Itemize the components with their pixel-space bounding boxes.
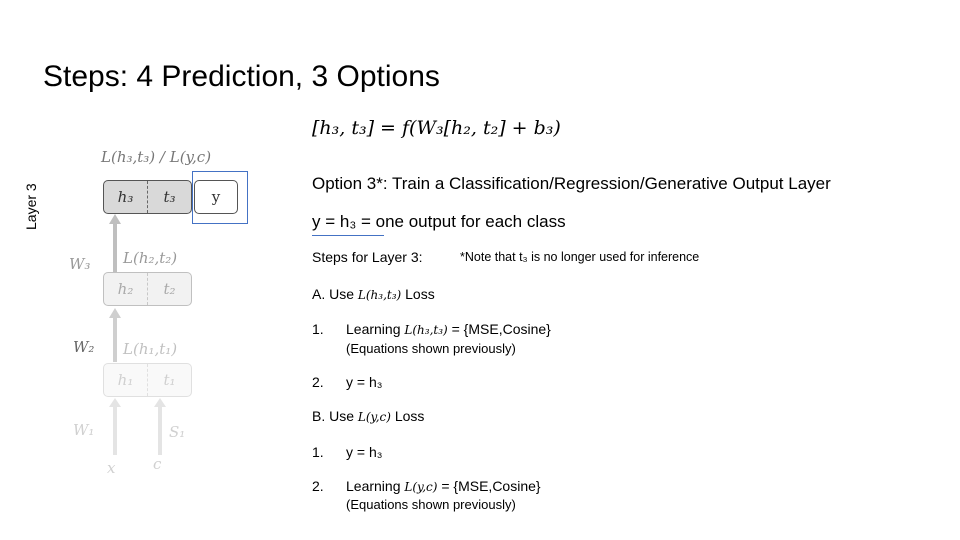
section-a-suffix: Loss — [405, 286, 435, 302]
section-b-heading: B. Use L(y,c) Loss — [312, 408, 424, 424]
a-item-1-prefix: Learning — [346, 321, 401, 337]
x-input-label: x — [107, 459, 116, 477]
l1-loss-label: L(h₁,t₁) — [123, 340, 178, 358]
c-input-label: c — [153, 455, 162, 473]
option-heading: Option 3*: Train a Classification/Regres… — [312, 174, 831, 193]
diagram-arrows — [109, 214, 166, 455]
layer2-box: h₂ t₂ — [103, 272, 192, 306]
b-item-2-prefix: Learning — [346, 478, 401, 494]
h2-cell: h₂ — [104, 273, 148, 305]
section-a-heading: A. Use L(h₃,t₃) Loss — [312, 286, 435, 302]
a-item-1-math: L(h₃,t₃) — [404, 323, 448, 337]
inference-note: *Note that t₃ is no longer used for infe… — [460, 250, 700, 264]
section-a-prefix: A. Use — [312, 286, 355, 302]
h3-cell: h₃ — [104, 181, 148, 213]
s1-label: S₁ — [169, 423, 186, 441]
b-item-1: y = h₃ — [346, 444, 383, 460]
b-item-2-sub: (Equations shown previously) — [346, 497, 516, 512]
arrow-w2-head — [109, 308, 121, 318]
t1-cell: t₁ — [163, 371, 176, 389]
layer-equation: [h₃, t₃] = f(W₃[h₂, t₂] + b₃) — [312, 117, 561, 139]
arrow-s1-head — [154, 398, 166, 407]
b-item-2-number: 2. — [312, 478, 324, 494]
b-item-2: Learning L(y,c) = {MSE,Cosine} — [346, 478, 541, 494]
w2-label: W₂ — [73, 338, 95, 356]
a-item-1-suffix: = {MSE,Cosine} — [451, 321, 551, 337]
arrow-w1-head — [109, 398, 121, 407]
y-definition: y = h₃ = one output for each class — [312, 212, 566, 231]
section-b-prefix: B. Use — [312, 408, 355, 424]
a-item-1-number: 1. — [312, 321, 324, 337]
section-b-math: L(y,c) — [357, 410, 391, 424]
l2-loss-label: L(h₂,t₂) — [123, 249, 178, 267]
t2-cell: t₂ — [163, 280, 176, 298]
y-highlight-frame — [192, 171, 248, 224]
section-a-math: L(h₃,t₃) — [357, 288, 402, 302]
arrow-w3-head — [109, 214, 121, 224]
a-item-2-number: 2. — [312, 374, 324, 390]
steps-label: Steps for Layer 3: — [312, 249, 423, 265]
y-definition-underline — [312, 235, 384, 236]
top-loss-label: L(h₃,t₃) / L(y,c) — [101, 148, 212, 166]
layer1-box: h₁ t₁ — [103, 363, 192, 397]
a-item-1: Learning L(h₃,t₃) = {MSE,Cosine} — [346, 321, 551, 337]
b-item-1-number: 1. — [312, 444, 324, 460]
w1-label: W₁ — [73, 421, 95, 439]
a-item-2: y = h₃ — [346, 374, 383, 390]
a-item-1-sub: (Equations shown previously) — [346, 341, 516, 356]
t3-cell: t₃ — [163, 188, 176, 206]
h1-cell: h₁ — [104, 364, 148, 396]
layer3-box: h₃ t₃ — [103, 180, 192, 214]
b-item-2-suffix: = {MSE,Cosine} — [441, 478, 541, 494]
section-b-suffix: Loss — [394, 408, 425, 424]
b-item-2-math: L(y,c) — [404, 480, 438, 494]
w3-label: W₃ — [69, 255, 91, 273]
